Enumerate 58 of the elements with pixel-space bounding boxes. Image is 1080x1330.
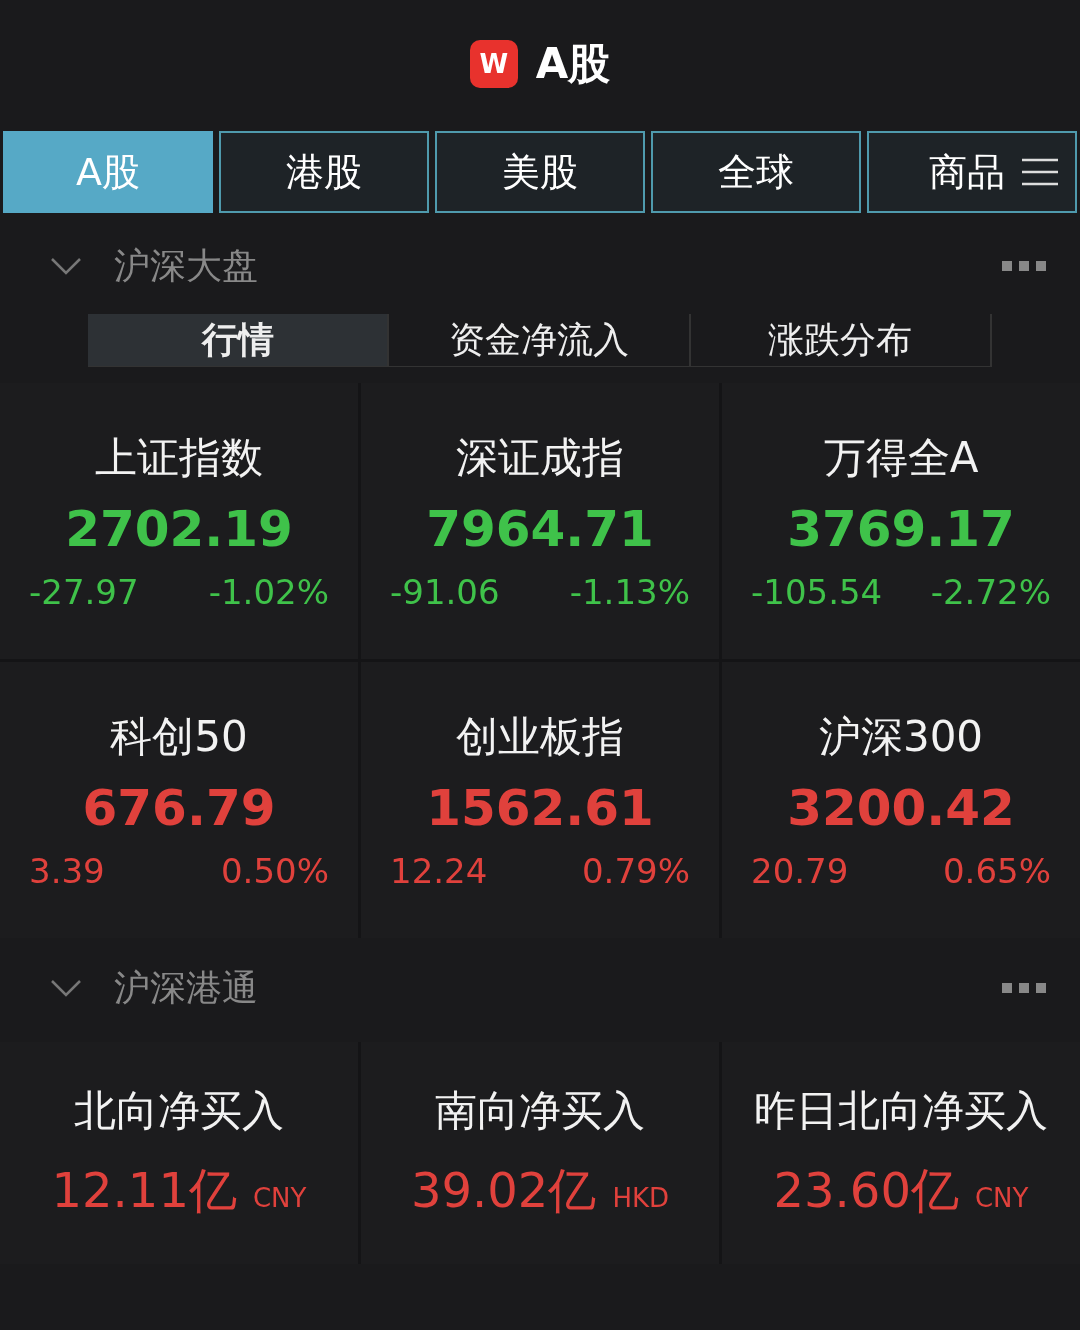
market-tab[interactable]: 商品: [867, 131, 1077, 213]
index-value: 2702.19: [65, 500, 293, 558]
index-value: 7964.71: [426, 500, 654, 558]
index-card[interactable]: 创业板指 1562.61 12.24 0.79%: [361, 662, 719, 938]
section-title: 沪深港通: [114, 965, 259, 1010]
index-name: 深证成指: [456, 432, 624, 484]
view-tab[interactable]: 资金净流入: [389, 314, 691, 366]
index-card[interactable]: 沪深300 3200.42 20.79 0.65%: [722, 662, 1080, 938]
view-tab[interactable]: 行情: [88, 314, 390, 366]
change-value: -27.97: [29, 572, 139, 612]
change-value: 12.24: [390, 851, 488, 891]
currency-label: CNY: [252, 1183, 307, 1213]
chevron-icon[interactable]: [50, 978, 82, 998]
view-tab[interactable]: 涨跌分布: [690, 314, 992, 366]
index-name: 上证指数: [95, 432, 263, 484]
app-logo: W: [469, 40, 518, 88]
change-percent: 0.50%: [221, 851, 329, 891]
index-card[interactable]: 深证成指 7964.71 -91.06 -1.13%: [361, 383, 719, 659]
index-name: 沪深300: [818, 711, 984, 763]
flow-card[interactable]: 北向净买入 12.11亿 CNY: [0, 1042, 358, 1264]
index-card[interactable]: 上证指数 2702.19 -27.97 -1.02%: [0, 383, 358, 659]
index-value: 676.79: [82, 779, 276, 837]
change-value: 20.79: [751, 851, 849, 891]
more-icon[interactable]: [1002, 983, 1046, 993]
more-icon[interactable]: [1002, 261, 1046, 271]
page-title: A股: [535, 38, 611, 90]
flow-name: 昨日北向净买入: [754, 1085, 1048, 1137]
market-tab[interactable]: 港股: [219, 131, 429, 213]
change-value: -105.54: [751, 572, 883, 612]
index-name: 创业板指: [456, 711, 624, 763]
change-percent: -1.02%: [208, 572, 329, 612]
section-title: 沪深大盘: [114, 243, 259, 288]
flow-name: 南向净买入: [435, 1085, 645, 1137]
index-card[interactable]: 万得全A 3769.17 -105.54 -2.72%: [722, 383, 1080, 659]
flow-value: 23.60亿: [773, 1161, 959, 1220]
flow-name: 北向净买入: [74, 1085, 284, 1137]
index-value: 3200.42: [787, 779, 1015, 837]
index-value: 1562.61: [426, 779, 654, 837]
currency-label: HKD: [612, 1183, 669, 1213]
change-percent: -2.72%: [930, 572, 1051, 612]
index-name: 科创50: [110, 711, 248, 763]
flow-value: 39.02亿: [410, 1161, 597, 1220]
change-percent: 0.79%: [582, 851, 690, 891]
change-value: 3.39: [29, 851, 105, 891]
flow-value: 12.11亿: [51, 1161, 237, 1220]
change-percent: -1.13%: [569, 572, 690, 612]
market-tab[interactable]: 全球: [651, 131, 861, 213]
chevron-icon[interactable]: [50, 256, 82, 276]
change-value: -91.06: [390, 572, 500, 612]
index-value: 3769.17: [787, 500, 1015, 558]
menu-icon[interactable]: [1020, 156, 1060, 188]
market-tab[interactable]: 美股: [435, 131, 645, 213]
index-card[interactable]: 科创50 676.79 3.39 0.50%: [0, 662, 358, 938]
flow-card[interactable]: 昨日北向净买入 23.60亿 CNY: [722, 1042, 1080, 1264]
currency-label: CNY: [974, 1183, 1029, 1213]
flow-card[interactable]: 南向净买入 39.02亿 HKD: [361, 1042, 719, 1264]
index-name: 万得全A: [823, 432, 979, 484]
change-percent: 0.65%: [943, 851, 1051, 891]
